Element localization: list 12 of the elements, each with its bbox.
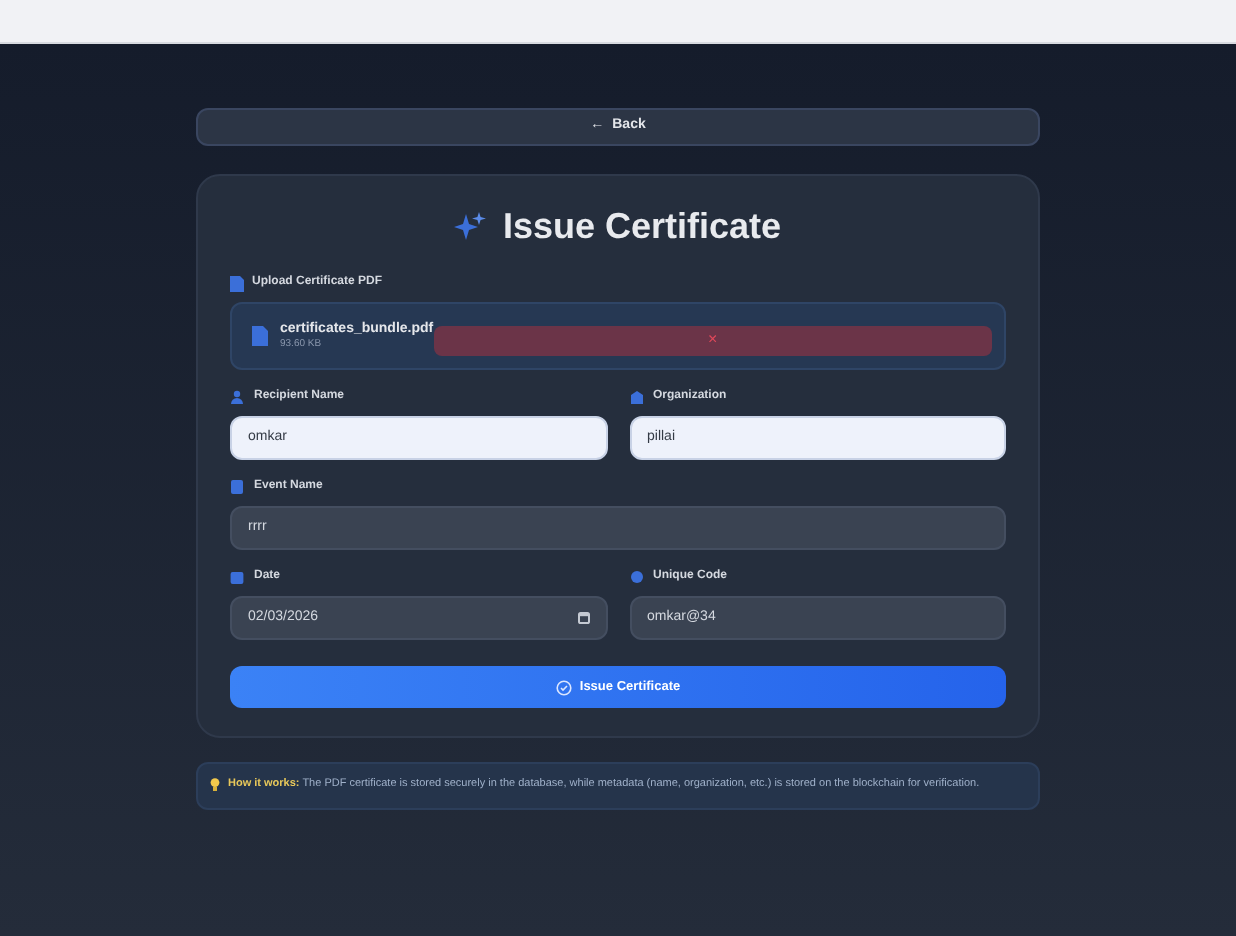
check-circle-icon bbox=[555, 679, 572, 695]
document-icon bbox=[230, 275, 244, 291]
form-title: Issue Certificate bbox=[502, 204, 782, 250]
sparkle-icon bbox=[454, 211, 487, 243]
document-icon bbox=[230, 480, 244, 494]
person-icon bbox=[230, 390, 244, 404]
building-icon bbox=[629, 390, 643, 404]
file-icon bbox=[252, 326, 268, 346]
calendar-icon[interactable] bbox=[577, 612, 589, 624]
lightbulb-icon bbox=[210, 778, 220, 792]
dot-icon bbox=[629, 570, 643, 584]
calendar-icon bbox=[230, 570, 244, 584]
